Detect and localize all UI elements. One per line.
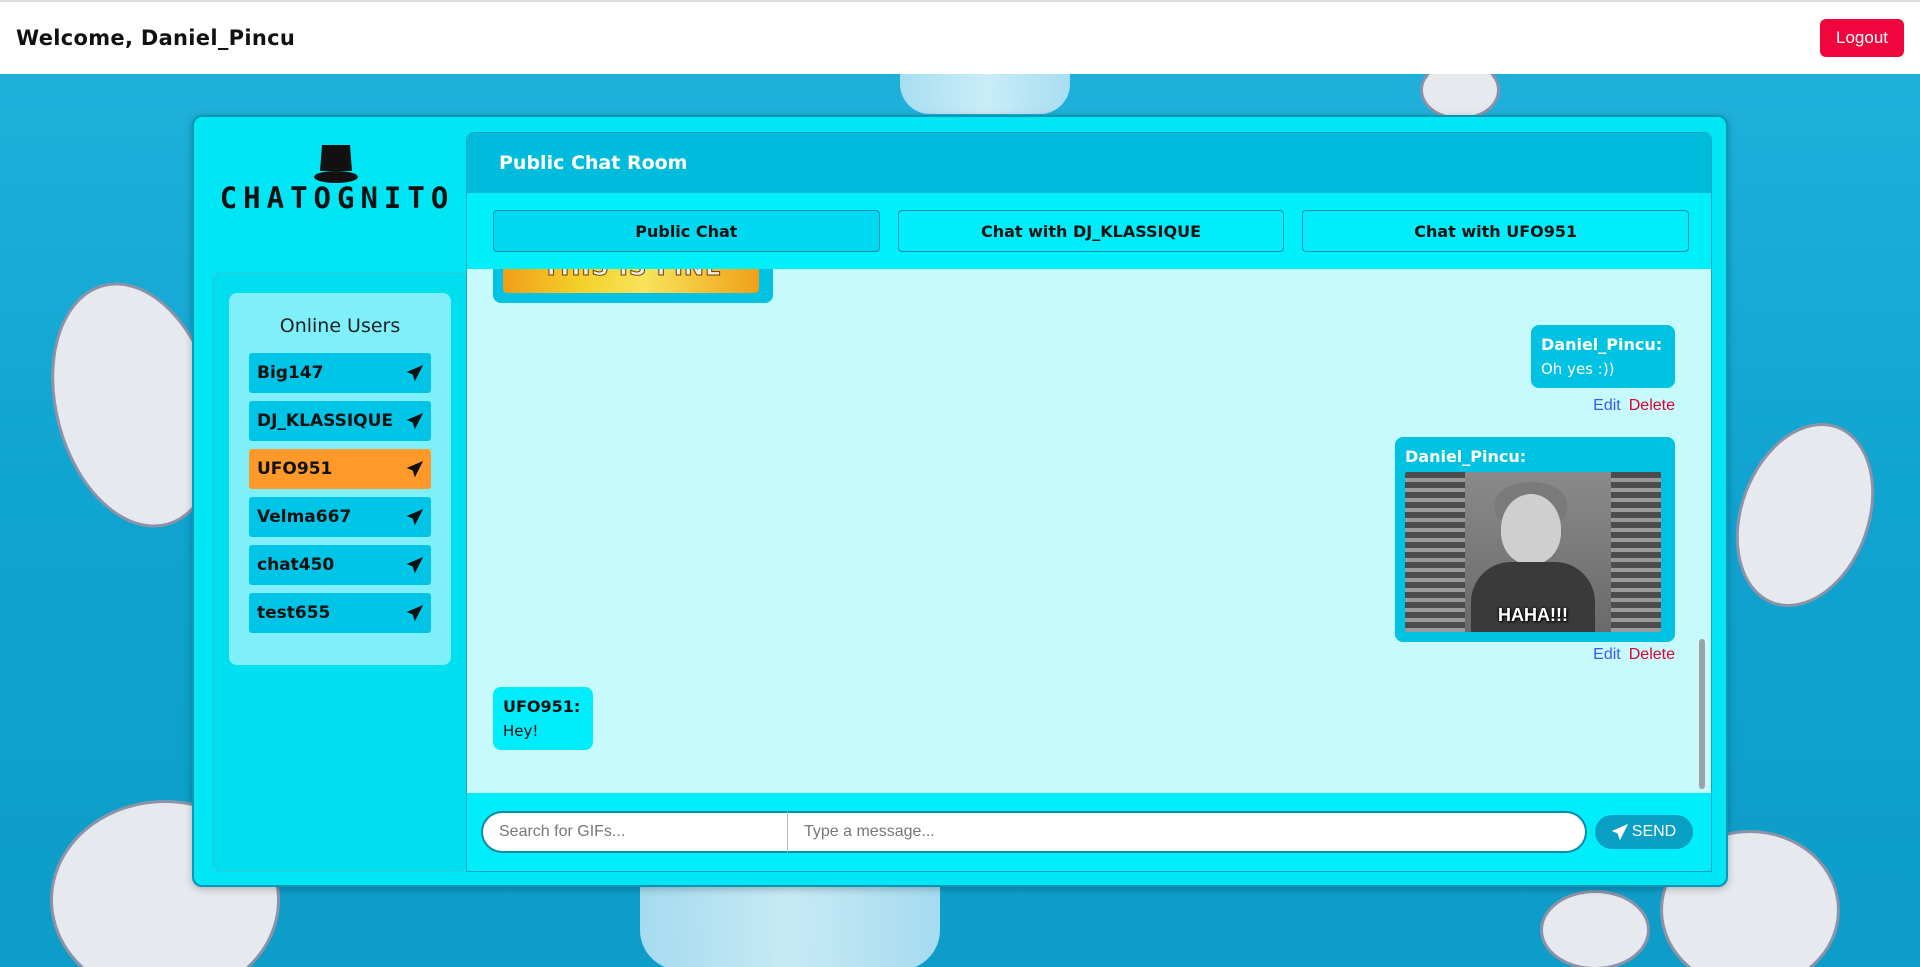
edit-link[interactable]: Edit — [1593, 397, 1621, 415]
chat-room-title: Public Chat Room — [499, 152, 688, 174]
cup-decoration — [900, 74, 1070, 114]
welcome-text: Welcome, Daniel_Pincu — [16, 26, 296, 50]
paper-plane-icon[interactable] — [407, 365, 423, 381]
message-author: UFO951: — [503, 697, 581, 716]
message-gif-partial: THIS IS FINE — [493, 269, 773, 303]
edit-link[interactable]: Edit — [1593, 646, 1621, 664]
user-item[interactable]: chat450 — [249, 545, 431, 585]
online-users-panel: Online Users Big147 DJ_KLASSIQUE UFO951 … — [229, 293, 451, 665]
send-button[interactable]: SEND — [1595, 815, 1693, 849]
user-item[interactable]: Velma667 — [249, 497, 431, 537]
user-item-selected[interactable]: UFO951 — [249, 449, 431, 489]
online-users-title: Online Users — [279, 315, 401, 337]
user-item[interactable]: Big147 — [249, 353, 431, 393]
user-name: DJ_KLASSIQUE — [257, 411, 394, 431]
message-scrollbar[interactable] — [1699, 269, 1705, 789]
paper-plane-icon — [1611, 824, 1628, 840]
user-name: chat450 — [257, 555, 335, 575]
speech-bubble-decoration — [1540, 890, 1650, 967]
gif-image: HAHA!!! — [1405, 472, 1661, 632]
gif-image: THIS IS FINE — [503, 269, 759, 293]
message-actions: Edit Delete — [1593, 397, 1675, 415]
user-name: Velma667 — [257, 507, 352, 527]
message-author: Daniel_Pincu: — [1541, 335, 1663, 354]
user-item[interactable]: DJ_KLASSIQUE — [249, 401, 431, 441]
delete-link[interactable]: Delete — [1629, 646, 1675, 664]
user-name: Big147 — [257, 363, 324, 383]
hat-icon — [314, 145, 358, 183]
logo: CHATOGNITO — [216, 141, 458, 231]
paper-plane-icon[interactable] — [407, 557, 423, 573]
gif-search-input[interactable] — [481, 811, 787, 853]
paper-plane-icon[interactable] — [407, 509, 423, 525]
message-author: Daniel_Pincu: — [1405, 447, 1527, 466]
logout-button[interactable]: Logout — [1820, 19, 1904, 57]
message-list[interactable]: THIS IS FINE Daniel_Pincu: Oh yes :)) Ed… — [467, 269, 1711, 795]
sidebar: Online Users Big147 DJ_KLASSIQUE UFO951 … — [212, 272, 467, 872]
speech-bubble-decoration — [1711, 403, 1899, 627]
logo-text: CHATOGNITO — [219, 181, 455, 215]
user-name: test655 — [257, 603, 331, 623]
message-bubble-own-gif: Daniel_Pincu: HAHA!!! — [1395, 437, 1675, 642]
tab-chat-dj-klassique[interactable]: Chat with DJ_KLASSIQUE — [897, 210, 1285, 252]
online-users-list: Big147 DJ_KLASSIQUE UFO951 Velma667 chat… — [229, 353, 451, 633]
top-navbar: Welcome, Daniel_Pincu Logout — [0, 0, 1920, 74]
tab-chat-ufo951[interactable]: Chat with UFO951 — [1302, 210, 1690, 252]
gif-text: THIS IS FINE — [542, 269, 722, 282]
message-actions: Edit Delete — [1593, 646, 1675, 664]
message-bubble-other: UFO951: Hey! — [493, 687, 593, 750]
scrollbar-thumb[interactable] — [1699, 639, 1705, 789]
user-item[interactable]: test655 — [249, 593, 431, 633]
user-name: UFO951 — [257, 459, 333, 479]
composer-bar: SEND — [467, 793, 1711, 871]
chat-app-container: CHATOGNITO Online Users Big147 DJ_KLASSI… — [192, 115, 1728, 887]
message-text: Oh yes :)) — [1541, 360, 1615, 378]
chat-panel: Public Chat Room Public Chat Chat with D… — [466, 132, 1712, 872]
paper-plane-icon[interactable] — [407, 461, 423, 477]
message-input[interactable] — [787, 811, 1587, 853]
gif-person-head — [1501, 494, 1561, 564]
message-text: Hey! — [503, 722, 539, 740]
paper-plane-icon[interactable] — [407, 605, 423, 621]
chat-tabs: Public Chat Chat with DJ_KLASSIQUE Chat … — [467, 193, 1711, 269]
tab-public-chat[interactable]: Public Chat — [493, 210, 880, 252]
gif-caption: HAHA!!! — [1498, 605, 1568, 625]
cup-decoration — [640, 880, 940, 967]
message-bubble-own: Daniel_Pincu: Oh yes :)) — [1531, 325, 1675, 388]
send-label: SEND — [1631, 823, 1677, 840]
chat-room-header: Public Chat Room — [467, 133, 1711, 193]
paper-plane-icon[interactable] — [407, 413, 423, 429]
delete-link[interactable]: Delete — [1629, 397, 1675, 415]
